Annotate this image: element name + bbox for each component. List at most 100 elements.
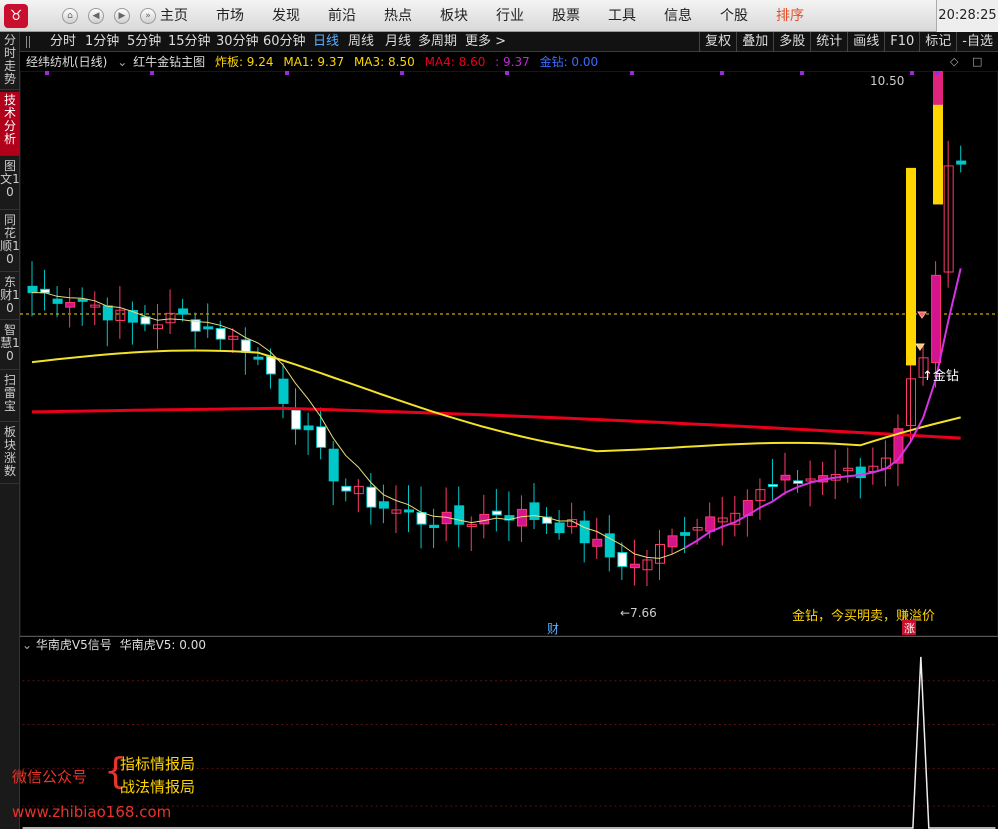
candle-body xyxy=(77,298,88,302)
zhaban-value: 炸板: 9.24 xyxy=(214,55,274,69)
candle-body xyxy=(316,426,327,448)
period-button[interactable]: 更多 > xyxy=(465,32,506,52)
menu-item[interactable]: 板块 xyxy=(440,0,468,32)
period-button[interactable]: 周线 xyxy=(348,32,374,52)
top-tick-mark xyxy=(150,71,154,75)
candle-body xyxy=(178,308,189,315)
menu-item[interactable]: 个股 xyxy=(720,0,748,32)
ma4-value: MA4: 8.60 xyxy=(424,55,486,69)
expand-icon[interactable]: » xyxy=(140,8,156,24)
candle-body xyxy=(366,486,377,508)
top-tick-mark xyxy=(400,71,404,75)
back-icon[interactable]: ◀ xyxy=(88,8,104,24)
side-tab[interactable]: 分时走势 xyxy=(0,32,20,90)
period-button[interactable]: 多周期 xyxy=(418,32,457,52)
period-button[interactable]: 日线 xyxy=(313,32,339,52)
menu-item[interactable]: 排序 xyxy=(776,0,804,32)
kline-chart[interactable]: 10.50←7.66↑金钻金钻，今买明卖，赚溢价财涨 xyxy=(20,71,998,636)
ma1-value: MA1: 9.37 xyxy=(283,55,345,69)
period-button[interactable]: 月线 xyxy=(385,32,411,52)
stock-title[interactable]: 经纬纺机(日线) xyxy=(26,55,107,69)
tool-button[interactable]: 统计 xyxy=(810,32,847,52)
forward-icon[interactable]: ▶ xyxy=(114,8,130,24)
left-tab-bar: 分时走势 技术分析 图文10 同花顺10 东财10 智慧10 扫雷宝 板块涨数 xyxy=(0,32,20,829)
candle-body xyxy=(127,310,138,323)
formula-name[interactable]: 红牛金钻主图 xyxy=(133,55,205,69)
tool-button[interactable]: 叠加 xyxy=(736,32,773,52)
menu-item[interactable]: 热点 xyxy=(384,0,412,32)
period-button[interactable]: 15分钟 xyxy=(168,32,211,52)
app-logo-icon[interactable]: ♉ xyxy=(4,4,28,28)
top-tick-mark xyxy=(45,71,49,75)
toolbar-handle-icon xyxy=(26,36,30,48)
period-button[interactable]: 分时 xyxy=(50,32,76,52)
menu-item[interactable]: 行业 xyxy=(496,0,524,32)
tool-button[interactable]: -自选 xyxy=(956,32,998,52)
tool-button[interactable]: 复权 xyxy=(699,32,736,52)
menu-item[interactable]: 发现 xyxy=(272,0,300,32)
sub-dropdown-icon[interactable]: ⌄ xyxy=(22,638,32,652)
tool-button[interactable]: 标记 xyxy=(919,32,956,52)
indicator-line: 经纬纺机(日线) ⌄ 红牛金钻主图 炸板: 9.24 MA1: 9.37 MA3… xyxy=(20,53,998,71)
candle-body xyxy=(341,485,352,492)
menu-item[interactable]: 主页 xyxy=(160,0,188,32)
candle-body xyxy=(579,520,590,544)
top-tick-mark xyxy=(630,71,634,75)
side-tab[interactable]: 同花顺10 xyxy=(0,212,20,272)
chart-tools: 复权 叠加 多股 统计 画线 F10 标记 -自选 xyxy=(699,32,998,52)
candle-body xyxy=(529,502,540,520)
menu-item[interactable]: 信息 xyxy=(664,0,692,32)
candle-body xyxy=(404,509,414,513)
menu-item[interactable]: 股票 xyxy=(552,0,580,32)
jinzuan-value: 金钻: 0.00 xyxy=(539,55,599,69)
chart-settings-icon[interactable]: ◇ xyxy=(950,55,958,68)
candle-body xyxy=(956,160,967,165)
candle-body xyxy=(265,356,276,375)
dropdown-icon[interactable]: ⌄ xyxy=(117,55,127,69)
sub-frame xyxy=(22,637,996,829)
candle-body xyxy=(278,378,289,404)
menu-item[interactable]: 前沿 xyxy=(328,0,356,32)
ma3-value: MA3: 8.50 xyxy=(353,55,415,69)
candle-body xyxy=(203,326,214,330)
side-tab[interactable]: 图文10 xyxy=(0,158,20,210)
period-button[interactable]: 1分钟 xyxy=(85,32,119,52)
side-tab[interactable]: 东财10 xyxy=(0,274,20,320)
menu-item[interactable]: 工具 xyxy=(608,0,636,32)
chart-close-icon[interactable]: □ xyxy=(972,55,982,68)
watermark-wechat: 微信公众号 xyxy=(12,768,88,786)
candle-body xyxy=(416,512,427,525)
candle-body xyxy=(491,510,502,516)
side-tab[interactable]: 技术分析 xyxy=(0,92,20,156)
menu-item[interactable]: 市场 xyxy=(216,0,244,32)
candle-body xyxy=(378,501,389,509)
tool-button[interactable]: F10 xyxy=(884,32,919,52)
low-price-label: ←7.66 xyxy=(620,606,657,620)
candle-body xyxy=(303,425,314,431)
signal-bar-yellow xyxy=(906,167,916,366)
top-tick-mark xyxy=(800,71,804,75)
signal-bar-yellow2 xyxy=(933,104,943,205)
side-tab[interactable]: 扫雷宝 xyxy=(0,372,20,422)
chart-frame xyxy=(20,71,998,636)
side-tab[interactable]: 智慧10 xyxy=(0,322,20,370)
period-button[interactable]: 60分钟 xyxy=(263,32,306,52)
sub-indicator-header: ⌄ 华南虎V5信号 华南虎V5: 0.00 xyxy=(22,637,206,653)
candle-body xyxy=(215,327,226,340)
side-tab[interactable]: 板块涨数 xyxy=(0,424,20,484)
top-tick-mark xyxy=(910,71,914,75)
top-tick-mark xyxy=(285,71,289,75)
limit-up-marker: 涨 xyxy=(904,622,915,635)
tool-button[interactable]: 多股 xyxy=(773,32,810,52)
sub-title[interactable]: 华南虎V5信号 xyxy=(36,638,112,652)
period-button[interactable]: 5分钟 xyxy=(127,32,161,52)
candle-body xyxy=(617,552,628,568)
high-price-label: 10.50 xyxy=(870,74,904,88)
candle-body xyxy=(240,339,251,353)
sub-indicator-chart[interactable] xyxy=(20,636,998,829)
home-icon[interactable]: ⌂ xyxy=(62,8,78,24)
candle-body xyxy=(680,532,691,536)
tool-button[interactable]: 画线 xyxy=(847,32,884,52)
period-button[interactable]: 30分钟 xyxy=(216,32,259,52)
extra-value: : 9.37 xyxy=(495,55,530,69)
